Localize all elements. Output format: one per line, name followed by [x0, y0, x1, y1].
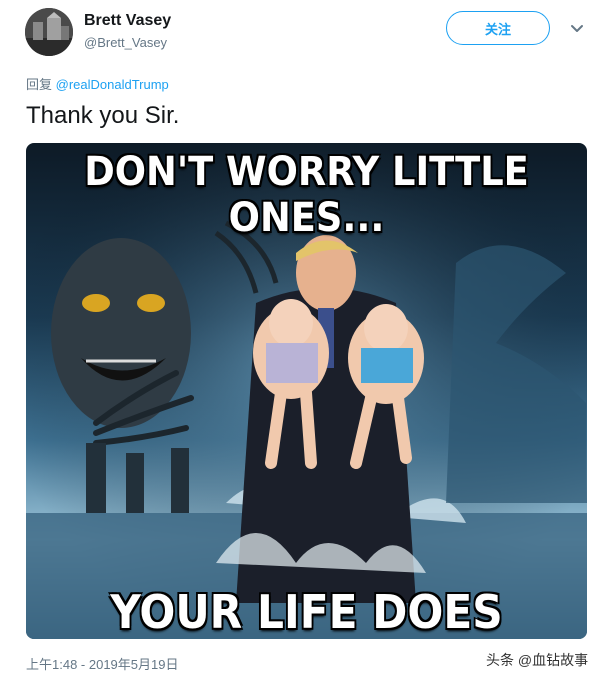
avatar[interactable] [25, 8, 73, 56]
reply-mention-link[interactable]: @realDonaldTrump [56, 77, 169, 92]
tweet-header: Brett Vasey @Brett_Vasey 关注 [0, 0, 614, 70]
reply-context: 回复 @realDonaldTrump [26, 74, 169, 93]
watermark: 头条 @血钻故事 [486, 652, 589, 668]
user-name[interactable]: Brett Vasey [84, 12, 171, 30]
tweet-timestamp[interactable]: 上午1:48 - 2019年5月19日 [26, 654, 178, 673]
meme-bottom-caption: YOUR LIFE DOES MATTER [110, 585, 503, 639]
follow-button[interactable]: 关注 [446, 11, 550, 45]
avatar-image [25, 8, 73, 56]
user-handle[interactable]: @Brett_Vasey [84, 35, 167, 50]
reply-prefix: 回复 [26, 77, 53, 92]
chevron-down-icon[interactable] [568, 20, 586, 38]
tweet-media-image[interactable]: DON'T WORRY LITTLE ONES... YOUR LIFE DOE… [26, 143, 587, 639]
meme-top-caption: DON'T WORRY LITTLE ONES... [84, 149, 529, 241]
tweet-text: Thank you Sir. [26, 102, 180, 129]
